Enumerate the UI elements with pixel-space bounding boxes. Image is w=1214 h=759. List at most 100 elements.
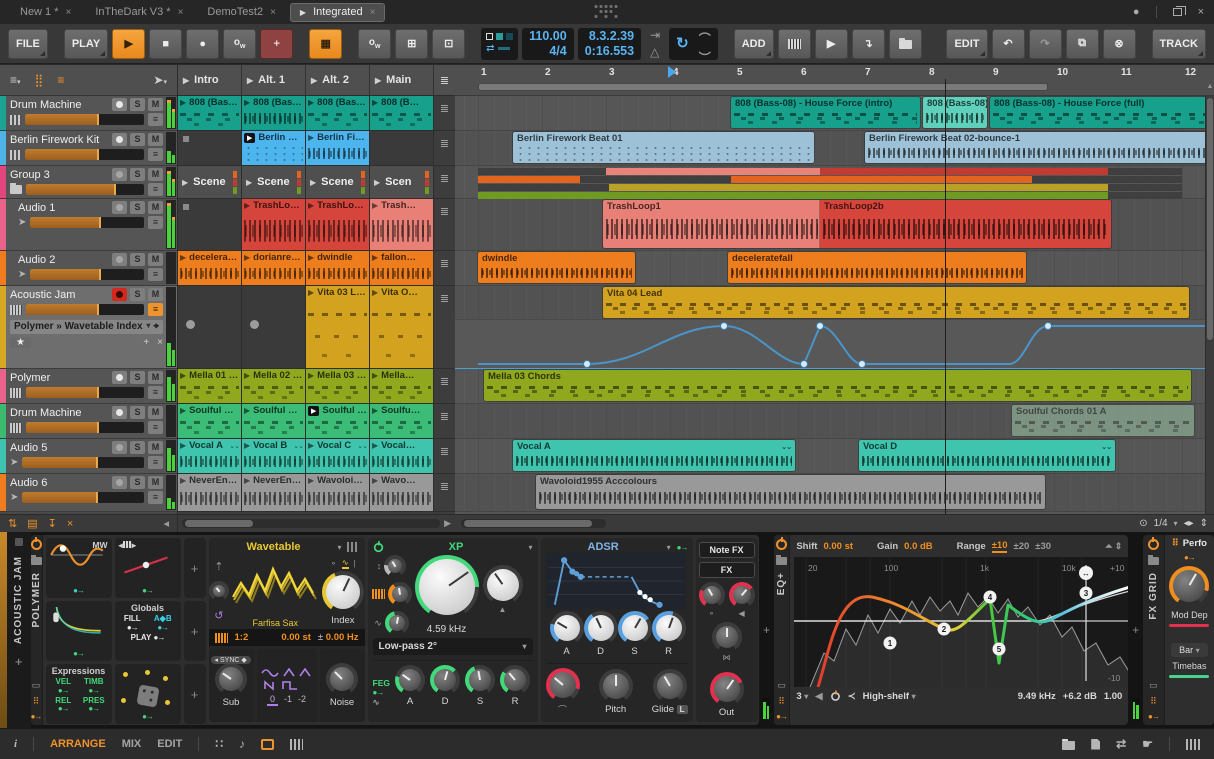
scene-cell[interactable]: ▶Scene 1 [178, 166, 242, 198]
tempo-display[interactable]: 110.00 4/4 [522, 27, 574, 60]
close-window-icon[interactable]: × [1198, 6, 1204, 18]
clip-slot-stop[interactable] [178, 199, 242, 250]
scroll-thumb[interactable] [185, 520, 253, 527]
vscroll-thumb[interactable] [1207, 98, 1213, 341]
list-view-icon[interactable]: ≡ [57, 73, 64, 87]
launcher-clip[interactable]: ▶ 808 (B… [370, 96, 434, 130]
fader-menu-button[interactable]: ≡ [148, 491, 163, 504]
add-device-button[interactable]: + [15, 654, 23, 669]
filter-type[interactable]: XP [390, 541, 523, 553]
engine-status-icon[interactable]: ● [1133, 6, 1140, 18]
record-arm-button[interactable] [112, 201, 127, 214]
arranger-clip[interactable]: Mella 03 Chords [484, 370, 1191, 401]
gain-value[interactable]: 0.0 dB [904, 541, 933, 552]
zoom-v-icon[interactable]: ⇕ [1200, 518, 1208, 529]
device-panel-toggle[interactable] [260, 738, 274, 750]
keytrack-modulator[interactable]: ◂ ▸ ●→ [114, 538, 181, 598]
band-gain-value[interactable]: +6.2 dB [1063, 691, 1097, 702]
arranger-track-lane[interactable]: 808 (Bass-08) - House Force (intro) 808 (… [455, 96, 1205, 131]
launcher-clip[interactable]: ▶808 (Bass-… [306, 96, 370, 130]
arranger-track-lane[interactable]: TrashLoop1 TrashLoop2b [455, 199, 1205, 251]
view-arrange[interactable]: ARRANGE [50, 738, 106, 750]
launcher-clip[interactable]: ▶TrashLoop2b [306, 199, 370, 250]
launcher-clip[interactable]: ▶Mella 01 C… [178, 369, 242, 403]
scene-column-header[interactable]: ▶ Alt. 2 [306, 65, 370, 95]
snap-grid-value[interactable]: 1/4 [1154, 518, 1168, 529]
arranger-clip[interactable]: Vocal D ⌄⌄ [859, 440, 1115, 471]
close-tab-icon[interactable]: × [370, 7, 376, 18]
shift-value[interactable]: 0.00 st [823, 541, 853, 552]
pointer-tool-icon[interactable]: ➤▾ [153, 73, 167, 87]
mute-button[interactable]: M [148, 201, 163, 214]
eq-spectrum-display[interactable]: ↔ 1 2 3 4 5 20 100 1k 10k +10 -10 [794, 557, 1129, 687]
mute-button[interactable]: M [148, 441, 163, 454]
track-name[interactable]: Drum Machine [10, 407, 109, 419]
filter-power-button[interactable] [373, 542, 383, 552]
curve-knob[interactable] [545, 668, 580, 702]
scene-cell[interactable]: ▶Scene 3 [306, 166, 370, 198]
file-menu-button[interactable]: FILE [8, 28, 48, 59]
fader-menu-button[interactable]: ≡ [148, 216, 163, 229]
semitone-value[interactable]: 0.00 st [281, 632, 311, 643]
track-stop-all-button[interactable]: ≣ [434, 199, 455, 250]
launcher-clip[interactable]: ▶ Vocal B ⌄⌄ [242, 439, 306, 473]
pitch-knob[interactable] [598, 669, 633, 703]
track-name[interactable]: Audio 2 [18, 254, 109, 266]
arranger-track-lane[interactable]: Wavoloid1955 Acccolours [455, 474, 1205, 512]
favorite-button[interactable]: ★ [10, 336, 31, 348]
arranger-vscrollbar[interactable]: ▲ [1205, 83, 1214, 514]
remote-controls-icon[interactable]: ▭ [777, 680, 786, 691]
crossfade-icon[interactable]: ⇅ [8, 517, 17, 530]
arranger-clip[interactable]: Soulful Chords 01 A [1012, 405, 1194, 436]
punch-record-button[interactable]: + [260, 28, 294, 59]
solo-button[interactable]: S [130, 406, 145, 419]
view-mix[interactable]: MIX [122, 738, 142, 750]
fader-menu-button[interactable]: ≡ [148, 303, 163, 316]
device-power-button[interactable] [30, 539, 42, 550]
position-value[interactable]: 8.3.2.39 [585, 29, 634, 44]
play-column-icon[interactable]: ▶ [311, 76, 317, 85]
solo-button[interactable]: S [130, 98, 145, 111]
view-edit[interactable]: EDIT [157, 738, 182, 750]
mute-button[interactable]: M [148, 253, 163, 266]
track-stop-all-button[interactable]: ≣ [434, 439, 455, 473]
glide-knob[interactable] [652, 669, 687, 703]
collapse-icon[interactable] [14, 538, 23, 546]
arranger-track-lane[interactable]: Vocal A ⌄⌄ Vocal D ⌄⌄ [455, 439, 1205, 474]
add-modulator-button[interactable]: + [183, 538, 206, 598]
solo-button[interactable]: S [130, 371, 145, 384]
volume-fader[interactable] [25, 149, 144, 160]
volume-fader[interactable] [22, 457, 144, 468]
feg-release-knob[interactable] [500, 665, 530, 695]
track-menu-button[interactable]: TRACK [1151, 28, 1206, 59]
group-clip-strip[interactable] [478, 176, 580, 183]
launcher-clip[interactable]: ▶Wavoloid1… [306, 474, 370, 511]
cue-marker[interactable] [668, 66, 676, 78]
add-menu-button[interactable]: ADD [733, 28, 774, 59]
volume-fader[interactable] [30, 217, 144, 228]
add-modulator-button[interactable]: + [183, 664, 206, 724]
pre-post-roll-icon[interactable]: ⌒ ⌒ [699, 33, 711, 55]
follow-playhead-icon[interactable]: ⊙ [1139, 518, 1147, 529]
launcher-clip[interactable]: ▶ Vocal A ⌄⌄ [178, 439, 242, 473]
envelope-graph[interactable] [545, 553, 686, 609]
solo-button[interactable]: S [130, 476, 145, 489]
scroll-up-icon[interactable]: ▲ [1206, 83, 1214, 90]
index-knob[interactable] [321, 571, 364, 613]
solo-button[interactable]: S [130, 133, 145, 146]
scene-cell[interactable]: ▶ Scen [370, 166, 434, 198]
zoom-icon[interactable]: ⇕ [1115, 541, 1123, 552]
unison-icon[interactable]: ⇡ [214, 560, 223, 573]
close-tab-icon[interactable]: × [270, 7, 276, 18]
volume-fader[interactable] [30, 269, 144, 280]
tempo-value[interactable]: 110.00 [529, 29, 567, 44]
filter-mode-select[interactable]: Low-pass 2° ▾ [372, 638, 533, 655]
mod-arrow-icon[interactable]: ●→ [142, 712, 154, 721]
modwheel-modulator[interactable]: MW ●→ [45, 538, 112, 598]
launcher-clip[interactable]: ▶Berlin Fire… [306, 131, 370, 165]
project-tab[interactable]: DemoTest2 × [197, 3, 285, 22]
record-arm-button[interactable] [112, 441, 127, 454]
launcher-clip[interactable]: ▶808 (Bass-… [178, 96, 242, 130]
cutoff-knob[interactable] [414, 555, 479, 619]
device-power-button[interactable] [776, 539, 788, 550]
